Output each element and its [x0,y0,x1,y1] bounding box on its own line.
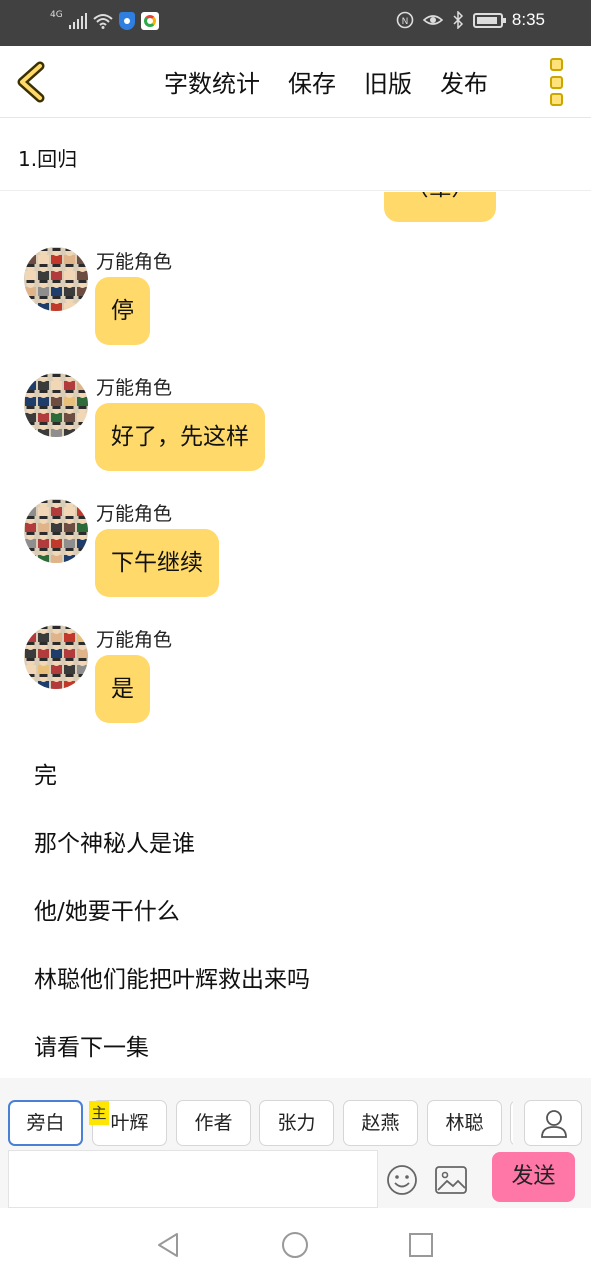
chapter-title[interactable]: 1.回归 [18,143,77,172]
message-input[interactable] [8,1150,378,1208]
speaker-name: 万能角色 [96,629,173,651]
character-chip-zhangli[interactable]: 张力 [259,1100,334,1146]
top-toolbar: 字数统计 保存 旧版 发布 [0,46,591,118]
app-notification-icon [140,12,159,30]
message-bubble[interactable]: 是 [95,655,150,723]
avatar[interactable] [24,247,88,311]
chat-message: 万能角色 好了，先这样 [0,373,591,483]
character-selector[interactable]: 旁白 叶辉 作者 张力 赵燕 林聪 [8,1100,513,1148]
emoji-icon[interactable] [386,1164,418,1196]
status-bar: 4G N 8:35 [0,0,591,46]
speaker-name: 万能角色 [96,377,173,399]
system-nav-bar [0,1208,591,1280]
previous-message-bubble[interactable]: （晕） [384,192,496,222]
save-button[interactable]: 保存 [288,64,336,99]
chapter-bar: 1.回归 [0,119,591,191]
chat-message: 万能角色 下午继续 [0,499,591,609]
battery-icon [472,12,506,28]
toolbar-actions: 字数统计 保存 旧版 发布 [164,64,488,99]
character-chip-overflow[interactable] [510,1100,513,1146]
user-icon [541,1110,567,1138]
speaker-name: 万能角色 [96,251,173,273]
nav-back-icon[interactable] [154,1230,184,1260]
narration-line[interactable]: 完 [34,756,57,790]
status-right: N 8:35 [396,10,545,30]
nav-home-icon[interactable] [280,1230,310,1260]
narration-line[interactable]: 请看下一集 [34,1028,149,1062]
status-time: 8:35 [511,10,545,29]
old-version-button[interactable]: 旧版 [364,64,412,99]
signal-icon [68,13,87,29]
image-icon[interactable] [434,1165,468,1195]
publish-button[interactable]: 发布 [440,64,488,99]
chat-message: 万能角色 停 [0,247,591,357]
eye-comfort-icon [422,15,443,25]
bluetooth-icon [453,11,463,29]
message-bubble[interactable]: 停 [95,277,150,345]
composer-panel: 旁白 叶辉 作者 张力 赵燕 林聪 主 发送 [0,1078,591,1208]
send-button[interactable]: 发送 [492,1152,575,1202]
message-bubble[interactable]: 下午继续 [95,529,219,597]
avatar[interactable] [24,625,88,689]
speaker-name: 万能角色 [96,503,173,525]
character-chip-author[interactable]: 作者 [176,1100,251,1146]
svg-text:N: N [402,17,409,27]
narration-line[interactable]: 那个神秘人是谁 [34,824,195,858]
character-manager-button[interactable] [524,1100,582,1146]
security-shield-icon [118,12,135,30]
avatar[interactable] [24,373,88,437]
narration-line[interactable]: 他/她要干什么 [34,892,180,926]
chat-message: 万能角色 是 [0,625,591,735]
narration-line[interactable]: 林聪他们能把叶辉救出来吗 [34,960,310,994]
more-menu-icon[interactable] [550,58,566,106]
character-chip-zhaoyan[interactable]: 赵燕 [343,1100,418,1146]
network-type: 4G [50,10,63,20]
character-chip-lincong[interactable]: 林聪 [427,1100,502,1146]
character-chip-narrator[interactable]: 旁白 [8,1100,83,1146]
nav-recents-icon[interactable] [406,1230,436,1260]
word-count-button[interactable]: 字数统计 [164,64,260,99]
lead-role-badge: 主 [89,1101,109,1125]
back-chevron-icon[interactable] [14,60,58,104]
chat-area[interactable]: （晕） 万能角色 停 万能角色 好了，先这样 万能角色 下午继续 万能角色 是 … [0,192,591,1078]
status-left: 4G [50,10,159,30]
wifi-icon [93,14,113,29]
message-bubble[interactable]: 好了，先这样 [95,403,265,471]
avatar[interactable] [24,499,88,563]
nfc-icon: N [396,11,414,29]
